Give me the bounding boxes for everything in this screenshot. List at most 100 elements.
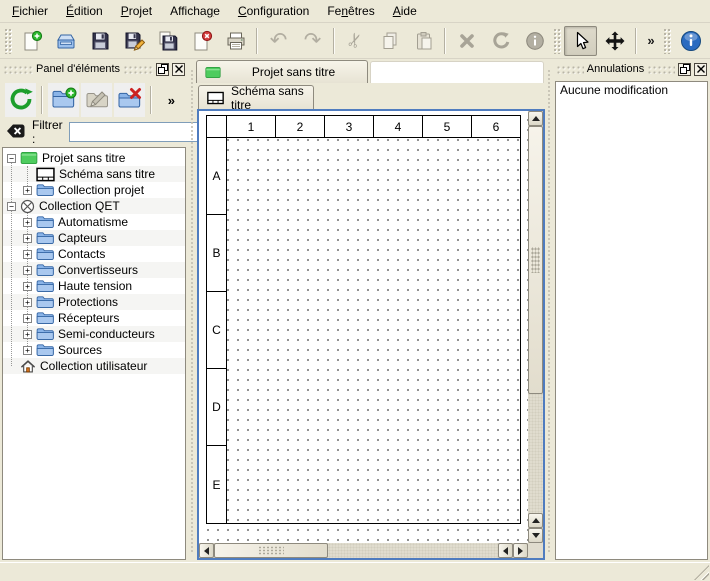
tree-item-capteurs[interactable]: + Capteurs (3, 230, 185, 246)
tab-project[interactable]: Projet sans titre (196, 60, 368, 83)
expand-icon[interactable]: + (23, 234, 32, 243)
expand-icon[interactable]: + (23, 298, 32, 307)
clear-filter-button[interactable] (6, 122, 26, 143)
elements-panel: Panel d'éléments (0, 59, 188, 562)
reload-collections-button[interactable] (5, 83, 36, 117)
copy-button[interactable] (373, 26, 406, 56)
save-as-button[interactable] (117, 26, 150, 56)
horizontal-scroll-thumb[interactable] (214, 543, 328, 558)
menu-aide[interactable]: Aide (384, 1, 426, 21)
elements-panel-titlebar: Panel d'éléments (0, 59, 188, 79)
float-panel-button[interactable] (156, 63, 169, 76)
menu-fichier[interactable]: Fichier (3, 1, 57, 21)
tree-item-semi-conducteurs[interactable]: +Semi-conducteurs (3, 326, 185, 342)
tree-item-label: Capteurs (58, 231, 107, 245)
tree-item-collection-projet[interactable]: +Collection projet (3, 182, 185, 198)
save-all-button[interactable] (151, 26, 184, 56)
horizontal-scrollbar[interactable] (199, 543, 528, 558)
undo-panel: Annulations Aucune modification (553, 59, 710, 562)
menu-projet[interactable]: Projet (112, 1, 161, 21)
close-panel-button[interactable] (694, 63, 707, 76)
tree-item-re-cepteurs[interactable]: +Récepteurs (3, 310, 185, 326)
expand-icon[interactable]: + (23, 266, 32, 275)
tree-item-label: Protections (58, 295, 118, 309)
menu-configuration[interactable]: Configuration (229, 1, 318, 21)
scroll-left-button[interactable] (199, 543, 214, 558)
left-splitter[interactable] (188, 59, 196, 562)
collapse-icon[interactable]: − (7, 202, 16, 211)
expand-icon[interactable]: + (23, 314, 32, 323)
expand-icon[interactable]: + (23, 346, 32, 355)
scroll-down-button[interactable] (528, 528, 543, 543)
tree-item-label: Collection utilisateur (40, 359, 147, 373)
tree-item-sources[interactable]: +Sources (3, 342, 185, 358)
folder-icon (36, 231, 54, 245)
menu-fenetres[interactable]: Fenêtres (318, 1, 383, 21)
vertical-scroll-thumb[interactable] (528, 126, 543, 394)
scroll-right-button[interactable] (513, 543, 528, 558)
tree-item-label: Automatisme (58, 215, 128, 229)
tree-item-contacts[interactable]: +Contacts (3, 246, 185, 262)
tree-item-convertisseurs[interactable]: +Convertisseurs (3, 262, 185, 278)
redo-button[interactable]: ↷ (296, 26, 329, 56)
rotate-button[interactable] (484, 26, 517, 56)
edit-element-button[interactable] (81, 83, 112, 117)
element-info-button[interactable] (518, 26, 551, 56)
print-button[interactable] (219, 26, 252, 56)
menu-affichage[interactable]: Affichage (161, 1, 229, 21)
tree-item-haute-tension[interactable]: +Haute tension (3, 278, 185, 294)
right-splitter[interactable] (546, 59, 553, 562)
expand-icon[interactable]: + (23, 218, 32, 227)
collapse-icon[interactable]: − (7, 154, 16, 163)
tab-diagram[interactable]: Schéma sans titre (198, 85, 314, 109)
tree-item-collection-utilisateur[interactable]: Collection utilisateur (3, 358, 185, 374)
tree-item-collection-qet[interactable]: −Collection QET (3, 198, 185, 214)
tree-item-projet-sans-titre[interactable]: −Projet sans titre (3, 150, 185, 166)
expand-icon[interactable]: + (23, 186, 32, 195)
mode-toolbar-overflow-button[interactable]: » (641, 26, 661, 56)
rotate-arrow-icon (490, 30, 512, 52)
undo-button[interactable]: ↶ (262, 26, 295, 56)
column-header: 2 (276, 116, 325, 137)
tree-item-sche-ma-sans-titre[interactable]: Schéma sans titre (3, 166, 185, 182)
close-panel-button[interactable] (172, 63, 185, 76)
paste-button[interactable] (407, 26, 440, 56)
diagram-view: 123456 ABCDE (197, 109, 545, 560)
expand-icon[interactable]: + (23, 250, 32, 259)
row-header: C (207, 292, 226, 369)
new-element-button[interactable] (48, 83, 79, 117)
delete-element-icon (117, 86, 143, 115)
toolbar-separator (41, 86, 43, 114)
float-panel-button[interactable] (678, 63, 691, 76)
expand-icon[interactable]: + (23, 282, 32, 291)
cut-button[interactable]: ✂ (339, 26, 372, 56)
close-file-button[interactable] (185, 26, 218, 56)
diagram-canvas[interactable]: 123456 ABCDE (199, 111, 528, 543)
workspace: Panel d'éléments (0, 59, 710, 562)
about-qet-button[interactable] (674, 26, 707, 56)
scroll-left-button-2[interactable] (498, 543, 513, 558)
info-circle-blue-icon (679, 29, 703, 53)
move-mode-button[interactable] (598, 26, 631, 56)
float-icon (680, 62, 690, 77)
resize-grip[interactable] (694, 565, 709, 580)
toolbar-drag-handle[interactable] (553, 28, 561, 54)
tree-item-automatisme[interactable]: + Automatisme (3, 214, 185, 230)
elements-toolbar-overflow-button[interactable]: » (168, 83, 175, 117)
scroll-up-button[interactable] (528, 111, 543, 126)
expand-icon[interactable]: + (23, 330, 32, 339)
menu-edition[interactable]: Édition (57, 1, 112, 21)
vertical-scrollbar[interactable] (528, 111, 543, 543)
scroll-up-button-2[interactable] (528, 513, 543, 528)
save-button[interactable] (83, 26, 116, 56)
toolbar-drag-handle[interactable] (663, 28, 671, 54)
select-mode-button[interactable] (564, 26, 597, 56)
open-project-button[interactable] (49, 26, 82, 56)
tree-item-protections[interactable]: + Protections (3, 294, 185, 310)
delete-element-button[interactable] (114, 83, 145, 117)
undo-list-item[interactable]: Aucune modification (556, 82, 707, 99)
new-project-button[interactable] (15, 26, 48, 56)
toolbar-drag-handle[interactable] (4, 28, 12, 54)
delete-button[interactable] (450, 26, 483, 56)
info-circle-gray-icon (524, 30, 546, 52)
